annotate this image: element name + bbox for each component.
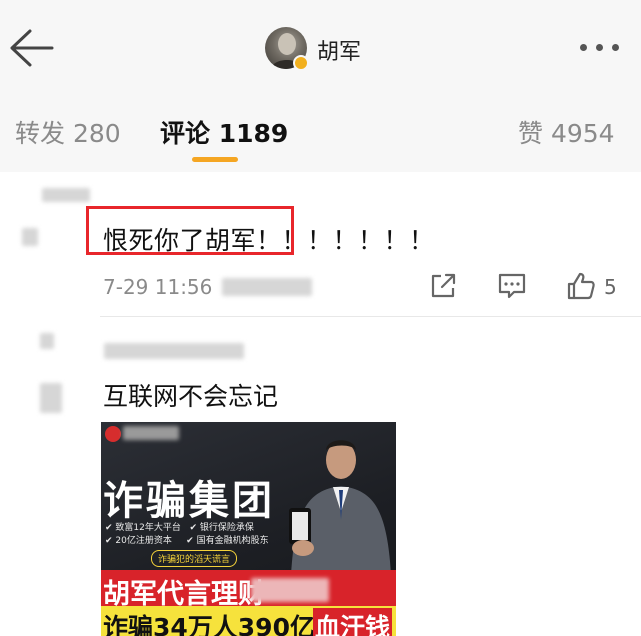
poster-headline: 诈骗集团 bbox=[103, 478, 275, 524]
blurred-avatar bbox=[40, 383, 62, 413]
poster-bullets: ✔ 致富12年大平台 ✔ 银行保险承保 ✔ 20亿注册资本 ✔ 国有金融机构股东 bbox=[105, 523, 269, 546]
verified-badge-icon bbox=[293, 55, 309, 71]
blurred-avatar bbox=[22, 228, 38, 246]
thumbs-up-icon bbox=[567, 272, 595, 300]
person-figure-icon bbox=[289, 440, 391, 575]
like-button[interactable] bbox=[566, 271, 596, 301]
dot bbox=[596, 44, 603, 51]
poster-pill: 诈骗犯的滔天谎言 bbox=[151, 550, 238, 567]
back-button[interactable] bbox=[8, 28, 54, 68]
blurred-username bbox=[42, 188, 90, 202]
comment-time: 7-29 11:56 bbox=[103, 275, 213, 299]
page-title: 胡军 bbox=[317, 40, 362, 65]
dot bbox=[612, 44, 619, 51]
arrow-left-icon bbox=[10, 29, 54, 67]
blurred-username bbox=[104, 343, 244, 359]
poster-tag: 血汗钱 bbox=[313, 608, 393, 636]
blurred-watermark bbox=[123, 426, 179, 440]
active-tab-indicator bbox=[192, 157, 238, 162]
highlight-box bbox=[86, 206, 294, 255]
blurred-avatar bbox=[40, 333, 54, 349]
share-button[interactable] bbox=[428, 271, 458, 301]
reply-button[interactable] bbox=[497, 271, 527, 301]
comment-text: 互联网不会忘记 bbox=[103, 382, 279, 411]
like-count: 5 bbox=[604, 275, 617, 299]
blurred-brand bbox=[251, 578, 329, 602]
comment-image[interactable]: 诈骗集团 ✔ 致富12年大平台 ✔ 银行保险承保 ✔ 20亿注册资本 ✔ 国有金… bbox=[101, 422, 396, 636]
more-dots-icon[interactable] bbox=[580, 44, 624, 54]
dot bbox=[580, 44, 587, 51]
tab-comments[interactable]: 评论 1189 bbox=[160, 114, 288, 150]
share-icon bbox=[431, 273, 456, 298]
logo-icon bbox=[105, 426, 121, 442]
comment-icon bbox=[498, 273, 526, 299]
tab-bar: 转发 280 评论 1189 赞 4954 bbox=[0, 92, 641, 172]
tab-likes[interactable]: 赞 4954 bbox=[518, 114, 615, 150]
divider bbox=[100, 316, 641, 317]
poster-line-2: 诈骗34万人390亿 bbox=[103, 613, 315, 636]
tab-repost[interactable]: 转发 280 bbox=[15, 114, 121, 150]
blurred-location bbox=[222, 278, 312, 296]
top-bar: 胡军 bbox=[0, 0, 641, 92]
